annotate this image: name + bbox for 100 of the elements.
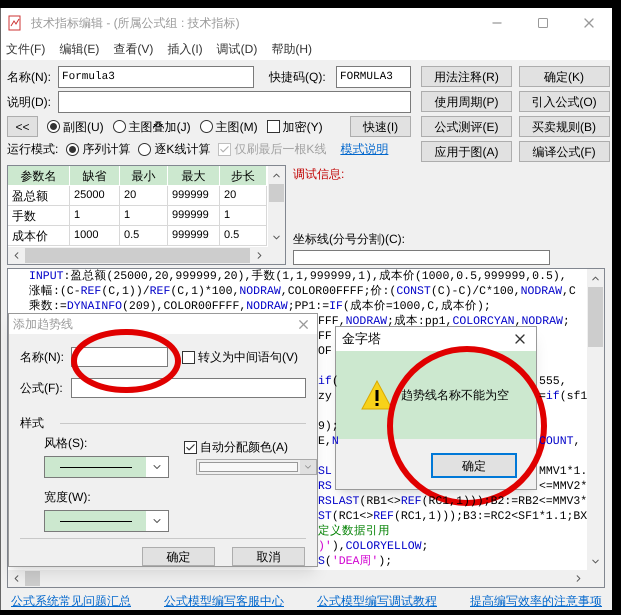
radio-button[interactable] [47,120,60,133]
field-label: 宽度(W): [44,489,92,506]
scroll-thumb[interactable] [25,571,40,586]
group-label: 样式 [20,415,44,432]
radio-button[interactable] [138,142,152,156]
dialog-title: 金字塔 [342,330,381,348]
checkbox-label: 自动分配颜色(A) [200,439,288,456]
radio-label: 序列计算 [82,141,130,158]
code-text: 555, [539,375,567,388]
table-cell: 999999 [168,226,220,246]
help-link[interactable]: 公式模型编写客服中心 [164,592,284,610]
column-header: 参数名 [8,166,70,186]
table-cell: 0.5 [220,226,267,246]
scroll-thumb[interactable] [588,287,604,347]
ok-button[interactable]: 确定 [431,453,517,478]
code-text: 涨幅:(C-REF(C,1))/REF(C,1)*100,NODRAW,COLOR00FFFF;价:(CONST(C)-C)/C*100,NODRAW,C [29,284,576,299]
code-text: S('DEA周'); [318,554,392,569]
color-dropdown[interactable] [196,459,317,475]
code-text: 定义数据引用 [318,524,390,539]
button[interactable]: 快速(I) [350,116,411,137]
table-cell: 1 [220,206,267,226]
button[interactable]: 引入公式(O) [518,91,610,112]
code-text: RS [318,480,332,493]
table-cell: 0.5 [120,226,168,246]
shortcut-field[interactable]: FORMULA3 [336,66,411,88]
code-text: 乘数:=DYNAINFO(209),COLOR00FFFF,NODRAW;PP1:=IF(成本价=1000,C,成本价); [29,299,491,314]
radio-label: 主图(M) [216,118,258,136]
window-title: 技术指标编辑 - (所属公式组 : 技术指标) [31,15,240,32]
code-text: INPUT:盈总额(25000,20,999999,20),手数(1,1,999999,1),成本价(1000,0.5,999999,0.5), [29,269,567,284]
field-label: 名称(N): [20,349,65,366]
button[interactable]: 用法注释(R) [421,66,512,87]
vertical-scrollbar[interactable] [587,269,604,587]
line-style-dropdown[interactable] [44,510,169,532]
description-field[interactable] [58,91,411,113]
axis-lines-field[interactable] [293,250,550,265]
menu-item[interactable]: 文件(F) [6,40,46,58]
name-field[interactable]: Formula3 [58,66,254,88]
column-header: 最小 [120,166,168,186]
button[interactable]: << [7,116,38,137]
menu-item[interactable]: 编辑(E) [59,40,100,58]
radio-button[interactable] [200,120,213,133]
help-link[interactable]: 公式系统常见问题汇总 [11,592,131,610]
horizontal-scrollbar[interactable] [8,570,588,587]
button[interactable]: 公式测评(E) [421,116,512,137]
trendline-name-field[interactable] [71,347,168,367]
debug-info-label: 调试信息: [293,166,346,183]
menu-item[interactable]: 插入(I) [167,40,203,58]
line-sample-icon [60,466,132,468]
checkbox[interactable] [184,440,197,454]
field-label: 快捷码(Q): [269,69,327,86]
code-text: )'),COLORYELLOW; [318,539,428,554]
code-text: zy [318,390,332,403]
checkbox[interactable] [266,120,280,133]
code-text: 9); [318,420,339,433]
checkmark-icon [219,144,230,154]
menu-item[interactable]: 调试(D) [216,40,258,58]
radio-button[interactable] [66,142,80,156]
field-label: 坐标线(分号分割)(C): [293,231,406,248]
button[interactable]: 应用于图(A) [421,141,512,162]
button[interactable]: 编译公式(F) [518,141,610,162]
line-style-dropdown[interactable] [44,456,169,478]
table-cell: 成本价 [8,226,70,246]
checkbox-label: 转义为中间语句(V) [198,349,298,366]
button[interactable]: 确定 [142,547,215,566]
radio-label: 逐K线计算 [154,141,210,158]
table-cell: 20 [120,186,168,206]
button[interactable]: 取消 [232,547,305,566]
field-label: 说明(D): [7,94,52,111]
help-link[interactable]: 提高编写效率的注意事项 [470,592,602,610]
field-label: 名称(N): [7,69,52,86]
checkbox-label: 加密(Y) [282,118,323,136]
code-text: FFF,NODRAW;成本:pp1,COLORCYAN,NODRAW; [318,314,570,329]
menu-item[interactable]: 查看(V) [113,40,154,58]
scroll-thumb[interactable] [269,184,284,202]
help-link[interactable]: 公式模型编写调试教程 [317,592,437,610]
checkbox[interactable] [182,350,195,364]
code-text: MMV1*1. [539,465,588,478]
table-cell: 999999 [168,206,220,226]
column-header: 最大 [168,166,220,186]
mode-help-link[interactable]: 模式说明 [340,140,388,158]
column-header: 缺省 [70,166,120,186]
scroll-thumb[interactable] [25,248,250,263]
button[interactable]: 买卖规则(B) [518,116,610,137]
code-text: FF [318,330,332,343]
button[interactable]: 使用周期(P) [421,91,512,112]
radio-button[interactable] [112,120,126,133]
code-text: SL [318,465,332,478]
vertical-scrollbar[interactable] [268,166,285,247]
app-icon [7,15,23,31]
code-text: <=MMV2* [539,480,588,493]
dialog-title: 添加趋势线 [13,316,73,333]
horizontal-scrollbar[interactable] [8,247,285,264]
button[interactable]: 确定(K) [518,66,610,87]
code-text: ST(RC1<>REF(RC1,1)));B3:=RC2<SF1*1.1;BX [318,509,588,524]
checkmark-icon [185,442,196,452]
table-cell: 1 [120,206,168,226]
field-label: 风格(S): [44,435,88,452]
table-cell: 25000 [70,186,120,206]
radio-label: 副图(U) [63,118,104,136]
menu-item[interactable]: 帮助(H) [271,40,312,58]
